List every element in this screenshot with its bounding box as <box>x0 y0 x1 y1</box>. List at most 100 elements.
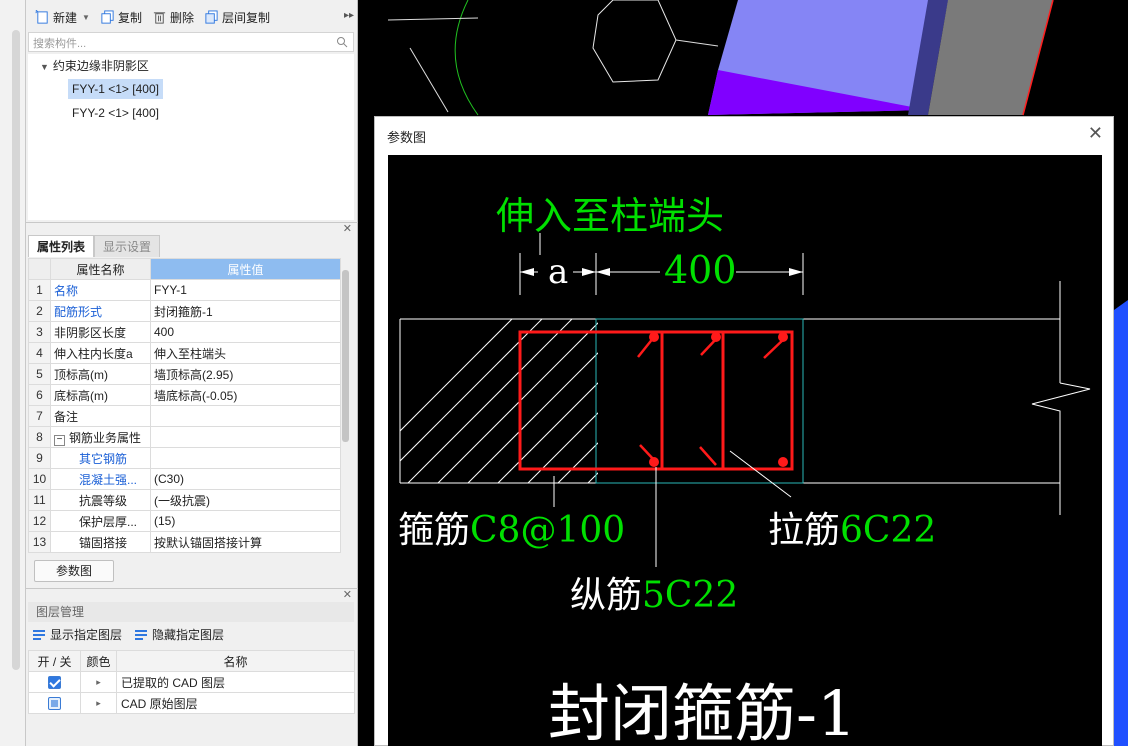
delete-button[interactable]: 删除 <box>149 7 197 28</box>
property-table-header: 属性名称 属性值 <box>28 258 341 280</box>
tree-item-label: FYY-1 <1> [400] <box>72 82 159 96</box>
property-value[interactable] <box>150 405 341 427</box>
expand-icon[interactable]: ▸ <box>80 671 117 693</box>
parameter-diagram-button[interactable]: 参数图 <box>34 560 114 582</box>
property-value[interactable]: FYY-1 <box>150 279 341 301</box>
stirrup-outline <box>518 330 794 471</box>
diagram-caption: 封闭箍筋-1 <box>548 677 856 746</box>
tab-property-list[interactable]: 属性列表 <box>28 235 95 257</box>
left-strip-scrollbar[interactable] <box>12 30 20 670</box>
row-index: 10 <box>28 468 51 490</box>
row-index: 6 <box>28 384 51 406</box>
hook <box>699 446 717 466</box>
property-name: 锚固搭接 <box>50 531 151 553</box>
dim-length-label: 400 <box>664 248 737 292</box>
floor-copy-button[interactable]: 层间复制 <box>201 7 273 28</box>
tree-root[interactable]: ▼ 约束边缘非阴影区 <box>40 56 149 76</box>
more-icon[interactable]: ▸▸ <box>344 10 354 21</box>
table-row[interactable]: 5 顶标高(m) 墙顶标高(2.95) <box>28 363 341 385</box>
layer-table-header: 开 / 关 颜色 名称 <box>28 650 355 672</box>
property-value[interactable]: (一级抗震) <box>150 489 341 511</box>
table-row[interactable]: ▸ CAD 原始图层 <box>28 692 355 714</box>
layer-name: 已提取的 CAD 图层 <box>116 671 355 693</box>
long-bar-label: 纵筋5C22 <box>570 575 738 616</box>
tree-item-label: FYY-2 <1> [400] <box>72 106 159 120</box>
close-icon[interactable]: ✕ <box>343 222 352 235</box>
break-line <box>1031 382 1091 515</box>
layer-toggle-cell <box>28 692 81 714</box>
search-input[interactable]: 搜索构件... <box>28 32 354 52</box>
table-row[interactable]: 11 抗震等级 (一级抗震) <box>28 489 341 511</box>
layers-icon <box>33 629 45 640</box>
property-value[interactable]: (C30) <box>150 468 341 490</box>
property-name: 伸入柱内长度a <box>50 342 151 364</box>
new-button[interactable]: * 新建 ▼ <box>32 7 93 28</box>
table-row[interactable]: 7 备注 <box>28 405 341 427</box>
table-row[interactable]: 13 锚固搭接 按默认锚固搭接计算 <box>28 531 341 553</box>
table-row[interactable]: 10 混凝土强... (C30) <box>28 468 341 490</box>
panel-toolbar: * 新建 ▼ 复制 删除 层间复制 ▸▸ <box>26 0 358 34</box>
copy-label: 复制 <box>117 10 142 25</box>
copy-button[interactable]: 复制 <box>97 7 145 28</box>
floor-copy-label: 层间复制 <box>221 10 270 25</box>
caret-down-icon[interactable]: ▼ <box>40 57 49 77</box>
row-index: 4 <box>28 342 51 364</box>
property-name: 非阴影区长度 <box>50 321 151 343</box>
tie-label: 拉筋6C22 <box>768 510 936 551</box>
property-value[interactable] <box>150 447 341 469</box>
property-value[interactable]: 400 <box>150 321 341 343</box>
expand-icon[interactable]: ▸ <box>80 692 117 714</box>
hook <box>763 336 787 359</box>
close-icon[interactable]: ✕ <box>343 588 352 601</box>
hook <box>637 336 655 358</box>
table-row[interactable]: 12 保护层厚... (15) <box>28 510 341 532</box>
show-layer-button[interactable]: 显示指定图层 <box>32 626 122 643</box>
property-value[interactable]: 封闭箍筋-1 <box>150 300 341 322</box>
header-property-value: 属性值 <box>150 258 341 280</box>
tree-item[interactable]: FYY-2 <1> [400] <box>68 103 163 123</box>
table-row[interactable]: 9 其它钢筋 <box>28 447 341 469</box>
table-row[interactable]: 8− 钢筋业务属性 <box>28 426 341 448</box>
property-value[interactable]: 伸入至柱端头 <box>150 342 341 364</box>
cad-shape-grey <box>928 0 1053 115</box>
tree-item[interactable]: FYY-1 <1> [400] <box>68 79 163 99</box>
property-value[interactable]: 墙底标高(-0.05) <box>150 384 341 406</box>
chevron-down-icon[interactable]: ▼ <box>82 13 90 22</box>
property-name: 其它钢筋 <box>50 447 151 469</box>
svg-text:*: * <box>35 10 38 17</box>
table-row[interactable]: 3 非阴影区长度 400 <box>28 321 341 343</box>
property-tabs: 属性列表 显示设置 <box>28 235 161 257</box>
trash-icon <box>153 11 166 24</box>
column-hatch <box>400 319 598 483</box>
table-row[interactable]: 1 名称 FYY-1 <box>28 279 341 301</box>
close-icon[interactable]: ✕ <box>1088 123 1103 144</box>
table-row[interactable]: 2 配筋形式 封闭箍筋-1 <box>28 300 341 322</box>
property-name: 钢筋业务属性 <box>69 430 142 445</box>
property-group[interactable]: − 钢筋业务属性 <box>50 426 151 448</box>
dim-arrow <box>596 268 610 276</box>
non-shadow-region <box>595 318 804 484</box>
row-index: 13 <box>28 531 51 553</box>
property-value[interactable]: 墙顶标高(2.95) <box>150 363 341 385</box>
collapse-icon[interactable]: − <box>54 434 65 446</box>
layer-panel-title: 图层管理 <box>28 602 354 622</box>
parameter-dialog: 参数图 ✕ 伸入至柱端头 a 400 箍筋C8@100 拉筋6C22 纵筋5C2… <box>374 116 1114 746</box>
table-row[interactable]: 6 底标高(m) 墙底标高(-0.05) <box>28 384 341 406</box>
property-name: 配筋形式 <box>50 300 151 322</box>
layer-checkbox[interactable] <box>48 697 61 711</box>
table-row[interactable]: ▸ 已提取的 CAD 图层 <box>28 671 355 693</box>
floor-copy-icon <box>205 9 218 24</box>
panel-divider: ✕ <box>26 222 358 236</box>
property-value[interactable]: (15) <box>150 510 341 532</box>
property-value[interactable]: 按默认锚固搭接计算 <box>150 531 341 553</box>
dim-arrow <box>520 268 534 276</box>
layer-checkbox[interactable] <box>48 676 61 690</box>
diagram-svg: 伸入至柱端头 a 400 箍筋C8@100 拉筋6C22 纵筋5C22 封闭箍筋… <box>398 194 1091 746</box>
table-row[interactable]: 4 伸入柱内长度a 伸入至柱端头 <box>28 342 341 364</box>
property-scrollbar[interactable] <box>342 270 349 442</box>
row-index: 9 <box>28 447 51 469</box>
property-value <box>150 426 341 448</box>
tab-display-settings[interactable]: 显示设置 <box>94 235 161 257</box>
row-index: 8 <box>28 426 51 448</box>
hide-layer-button[interactable]: 隐藏指定图层 <box>134 626 224 643</box>
